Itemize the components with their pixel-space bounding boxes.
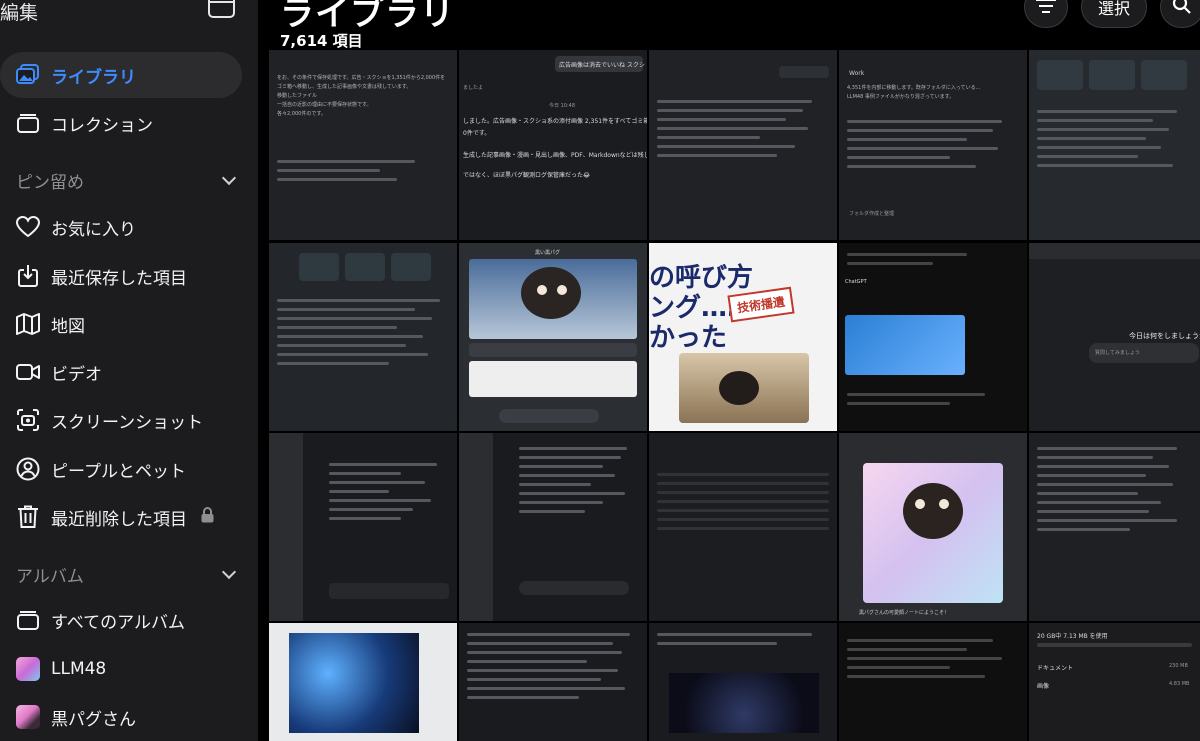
photo-thumbnail[interactable]: 20 GB中 7.13 MB を使用 ドキュメント 230 MB 画像 4.83…	[1029, 623, 1200, 741]
album-thumbnail	[16, 705, 40, 729]
sidebar-item-screenshots[interactable]: スクリーンショット	[0, 397, 242, 443]
pinned-section-header[interactable]: ピン留め	[16, 166, 242, 194]
sidebar-item-library[interactable]: ライブラリ	[0, 52, 242, 98]
thumbnail-text: 今日は何をしましょうか？	[1129, 332, 1200, 340]
photo-thumbnail[interactable]: Work 4,351件を内部に移動します。既存フォルダに入っている... LLM…	[839, 50, 1027, 240]
thumbnail-text: ではなく、ほぼ黒パグ観測ログ保管庫だった😂	[463, 172, 591, 179]
sidebar-item-people-pets[interactable]: ピープルとペット	[0, 446, 242, 492]
thumbnail-text: をお、その条件で保存処理です。広告・スクショを1,351件から2,000件を ゴ…	[277, 75, 446, 117]
sidebar-item-label: ライブラリ	[51, 67, 136, 88]
map-icon	[16, 312, 40, 336]
sidebar-item-recently-saved[interactable]: 最近保存した項目	[0, 253, 242, 299]
thumbnail-text: 0件です。	[463, 130, 491, 137]
sidebar-item-label: LLM48	[51, 659, 107, 679]
screenshot-icon	[16, 408, 40, 432]
albums-icon	[16, 608, 40, 632]
section-title: アルバム	[16, 566, 84, 587]
sidebar-item-video[interactable]: ビデオ	[0, 349, 242, 395]
sidebar-top-bar: 編集	[0, 0, 258, 30]
sidebar-item-label: 黒パグさん	[51, 709, 136, 730]
sidebar-item-recently-deleted[interactable]: 最近削除した項目	[0, 494, 242, 540]
lock-icon	[201, 507, 214, 527]
sidebar-item-favorites[interactable]: お気に入り	[0, 204, 242, 250]
photo-thumbnail[interactable]: 今日は何をしましょうか？ 質問してみましょう	[1029, 243, 1200, 431]
sidebar-item-collections[interactable]: コレクション	[0, 100, 242, 146]
sidebar-item-label: ビデオ	[51, 364, 102, 385]
photo-thumbnail[interactable]	[269, 243, 457, 431]
thumbnail-text: ましたよ	[463, 85, 484, 91]
thumbnail-text: Work	[849, 70, 865, 77]
select-button[interactable]: 選択	[1081, 0, 1147, 28]
album-thumbnail	[16, 657, 40, 681]
photo-grid: をお、その条件で保存処理です。広告・スクショを1,351件から2,000件を ゴ…	[269, 50, 1200, 741]
chevron-down-icon	[221, 170, 237, 185]
photo-thumbnail[interactable]	[649, 50, 837, 240]
photo-thumbnail[interactable]	[649, 433, 837, 621]
photo-thumbnail[interactable]	[459, 433, 647, 621]
heart-icon	[16, 215, 40, 239]
section-title: ピン留め	[16, 172, 84, 193]
filter-button[interactable]	[1024, 0, 1068, 28]
sidebar: 編集 ライブラリ コレクション ピン留め お気に入り 最近保存した項目 地図 ビ…	[0, 0, 258, 741]
photo-thumbnail[interactable]	[839, 623, 1027, 741]
sidebar-item-label: 最近保存した項目	[51, 268, 187, 289]
photo-thumbnail[interactable]	[269, 623, 457, 741]
thumbnail-text: しました。広告画像・スクショ系の添付画像 2,351件をすべてゴミ箱へ移動。	[463, 118, 647, 125]
sidebar-item-label: コレクション	[51, 115, 153, 136]
trash-icon	[16, 505, 40, 529]
sidebar-toggle-icon[interactable]	[208, 0, 235, 18]
sidebar-item-album-llm48[interactable]: LLM48	[0, 646, 242, 692]
photo-thumbnail[interactable]	[649, 623, 837, 741]
photo-thumbnail[interactable]: 黒い黒パグ	[459, 243, 647, 431]
photo-thumbnail[interactable]	[1029, 50, 1200, 240]
photo-thumbnail[interactable]: をお、その条件で保存処理です。広告・スクショを1,351件から2,000件を ゴ…	[269, 50, 457, 240]
thumbnail-text: 4.83 MB	[1169, 681, 1190, 687]
thumbnail-text: フォルダ作成と整理	[849, 211, 895, 217]
sidebar-item-map[interactable]: 地図	[0, 301, 242, 347]
collection-icon	[16, 111, 40, 135]
thumbnail-text: 黒パグさんの可愛顔ノートにようこそ！	[859, 610, 950, 616]
photo-thumbnail[interactable]	[1029, 433, 1200, 621]
library-main: ライブラリ 7,614 項目 選択 をお、その条件で保存処理です。広告・スクショ…	[258, 0, 1200, 741]
photo-thumbnail[interactable]: ChatGPT	[839, 243, 1027, 431]
thumbnail-text: 今日 10:48	[549, 103, 575, 109]
thumbnail-text: 20 GB中 7.13 MB を使用	[1037, 633, 1108, 640]
thumbnail-text: 画像	[1037, 683, 1050, 690]
photo-thumbnail[interactable]	[269, 433, 457, 621]
edit-button[interactable]: 編集	[0, 0, 38, 25]
sidebar-item-label: すべてのアルバム	[51, 612, 185, 633]
item-count: 7,614 項目	[280, 32, 363, 50]
search-icon	[1172, 0, 1192, 19]
filter-lines-icon	[1036, 0, 1056, 17]
sidebar-item-label: お気に入り	[51, 219, 136, 240]
thumbnail-text: ドキュメント	[1037, 665, 1074, 672]
thumbnail-text: ChatGPT	[845, 279, 867, 285]
thumbnail-text: 黒い黒パグ	[535, 250, 561, 256]
thumbnail-text: 生成した記事画像・漫画・見出し画像、PDF、Markdownなどは残してあり	[463, 152, 647, 159]
albums-section-header[interactable]: アルバム	[16, 560, 242, 588]
chevron-down-icon	[221, 564, 237, 579]
photo-thumbnail[interactable]: 黒パグさんの可愛顔ノートにようこそ！	[839, 433, 1027, 621]
thumbnail-text: 4,351件を内部に移動します。既存フォルダに入っている... LLM48 事例…	[847, 85, 981, 100]
sidebar-item-all-albums[interactable]: すべてのアルバム	[0, 597, 242, 643]
photo-library-icon	[16, 63, 40, 87]
thumbnail-text: 230 MB	[1169, 663, 1188, 669]
sidebar-item-label: ピープルとペット	[51, 461, 186, 482]
search-button[interactable]	[1160, 0, 1200, 28]
select-label: 選択	[1097, 0, 1130, 18]
recently-saved-icon	[16, 264, 40, 288]
photo-thumbnail[interactable]: の呼び方 ング…… かった 技術播遺	[649, 243, 837, 431]
thumbnail-text: 広告画像は消去でいいね スクシ	[559, 62, 645, 69]
sidebar-item-album-black-pug[interactable]: 黒パグさん	[0, 694, 242, 740]
thumbnail-text: 質問してみましょう	[1095, 350, 1140, 356]
sidebar-item-label: スクリーンショット	[51, 412, 204, 433]
photo-thumbnail[interactable]: 広告画像は消去でいいね スクシ 今日 10:48 しました。広告画像・スクショ系…	[459, 50, 647, 240]
video-icon	[16, 360, 40, 384]
sidebar-item-label: 地図	[51, 316, 85, 337]
photo-thumbnail[interactable]	[459, 623, 647, 741]
person-icon	[16, 457, 40, 481]
sidebar-item-label: 最近削除した項目	[51, 509, 187, 530]
